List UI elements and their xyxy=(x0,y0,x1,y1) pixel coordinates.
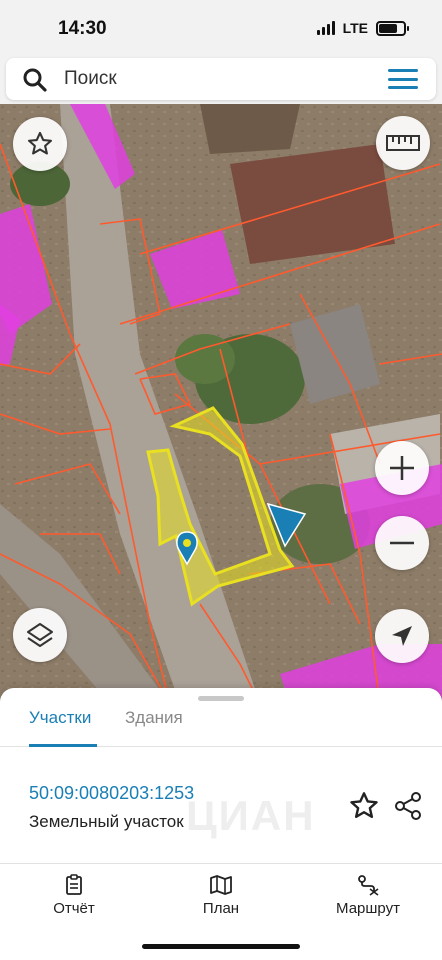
zoom-out-button[interactable] xyxy=(375,516,429,570)
layers-button[interactable] xyxy=(13,608,67,662)
home-indicator xyxy=(142,944,300,949)
status-indicators: LTE xyxy=(316,20,409,36)
menu-icon[interactable] xyxy=(388,69,418,89)
nav-plan[interactable]: План xyxy=(166,874,276,917)
zoom-in-icon xyxy=(390,456,414,480)
search-icon[interactable] xyxy=(22,67,48,93)
status-time: 14:30 xyxy=(58,18,107,39)
route-icon xyxy=(358,875,379,896)
nav-report[interactable]: Отчёт xyxy=(19,874,129,917)
signal-icon xyxy=(316,21,335,35)
nav-divider xyxy=(0,863,442,864)
map-plan-icon xyxy=(210,875,232,895)
status-bar: 14:30 LTE xyxy=(0,0,442,58)
sheet-handle[interactable] xyxy=(198,696,244,701)
favorite-map-button[interactable] xyxy=(13,117,67,171)
zoom-in-button[interactable] xyxy=(375,441,429,495)
bottom-nav: Отчёт План Маршрут xyxy=(0,866,442,926)
layers-icon xyxy=(27,623,53,647)
tab-parcels[interactable]: Участки xyxy=(29,708,91,728)
battery-icon xyxy=(376,20,409,36)
parcel-type: Земельный участок xyxy=(29,812,184,831)
parcel-cadastral-number[interactable]: 50:09:0080203:1253 xyxy=(29,783,194,804)
nav-plan-label: План xyxy=(202,900,240,917)
tab-indicator xyxy=(29,744,97,747)
report-icon xyxy=(66,874,82,895)
watermark: ЦИАН xyxy=(186,792,316,839)
map-view[interactable] xyxy=(0,104,442,704)
search-input[interactable] xyxy=(64,64,364,94)
zoom-out-icon xyxy=(390,541,414,545)
locate-icon xyxy=(392,626,412,646)
ruler-icon xyxy=(386,135,420,151)
bottom-sheet: Участки Здания ЦИАН 50:09:0080203:1253 З… xyxy=(0,688,442,960)
measure-button[interactable] xyxy=(376,116,430,170)
tab-buildings[interactable]: Здания xyxy=(125,708,183,728)
nav-report-label: Отчёт xyxy=(53,900,95,917)
star-icon xyxy=(27,131,53,155)
star-icon[interactable] xyxy=(348,790,380,822)
share-icon[interactable] xyxy=(392,790,424,822)
satellite-map[interactable] xyxy=(0,104,442,704)
search-bar xyxy=(6,58,436,100)
network-label: LTE xyxy=(342,20,368,36)
locate-button[interactable] xyxy=(375,609,429,663)
nav-route-label: Маршрут xyxy=(336,900,400,917)
nav-route[interactable]: Маршрут xyxy=(313,874,423,917)
